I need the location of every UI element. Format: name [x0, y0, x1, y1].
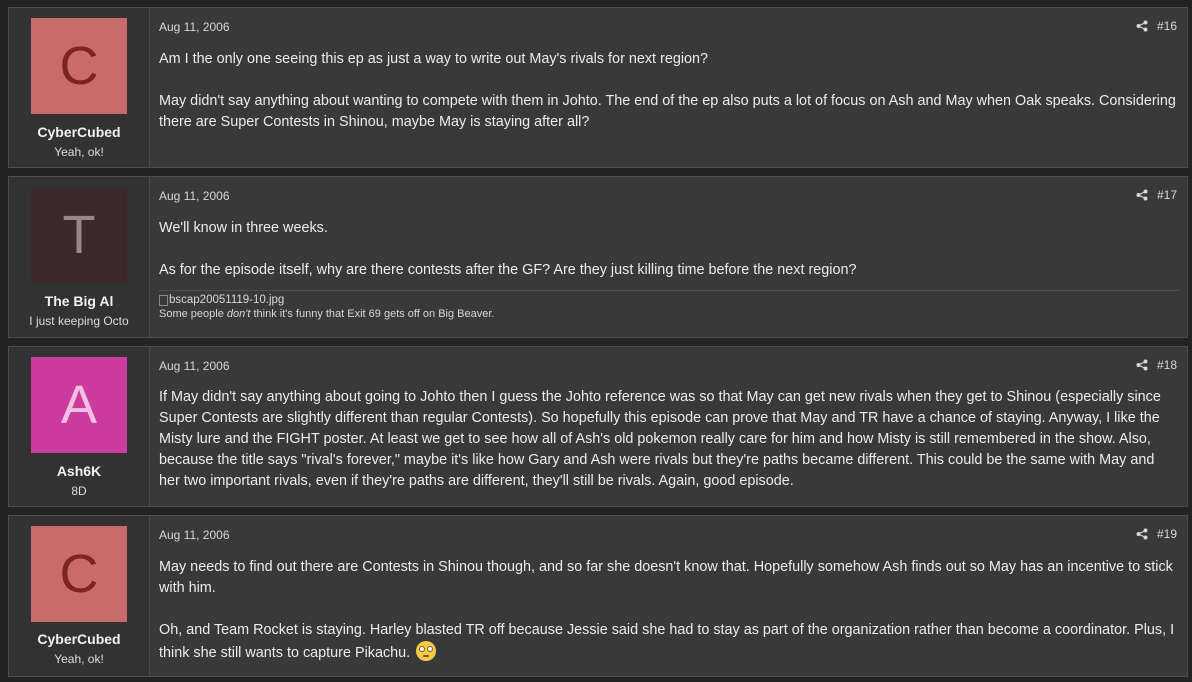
- share-icon[interactable]: [1136, 189, 1148, 201]
- post-date[interactable]: Aug 11, 2006: [159, 528, 230, 542]
- user-title: I just keeping Octo: [29, 314, 129, 328]
- post-date[interactable]: Aug 11, 2006: [159, 20, 230, 34]
- post-18: A Ash6K 8D Aug 11, 2006 #18 If May didn'…: [8, 346, 1188, 507]
- post-paragraph: We'll know in three weeks.: [159, 220, 328, 236]
- post-date[interactable]: Aug 11, 2006: [159, 189, 230, 203]
- post-body: We'll know in three weeks. As for the ep…: [159, 218, 1179, 281]
- post-meta: #18: [1136, 358, 1177, 372]
- signature-text: Some people don't think it's funny that …: [159, 308, 1179, 320]
- user-panel: C CyberCubed Yeah, ok!: [9, 8, 150, 167]
- avatar[interactable]: C: [31, 18, 127, 114]
- user-title: Yeah, ok!: [54, 652, 104, 666]
- username[interactable]: Ash6K: [9, 463, 149, 479]
- post-paragraph: May didn't say anything about wanting to…: [159, 93, 1176, 130]
- signature-image: bscap20051119-10.jpg: [159, 294, 1179, 306]
- share-icon[interactable]: [1136, 20, 1148, 32]
- avatar[interactable]: C: [31, 526, 127, 622]
- post-19: C CyberCubed Yeah, ok! Aug 11, 2006 #19 …: [8, 515, 1188, 677]
- username[interactable]: CyberCubed: [9, 124, 149, 140]
- post-date[interactable]: Aug 11, 2006: [159, 359, 230, 373]
- post-paragraph: May needs to find out there are Contests…: [159, 559, 1173, 596]
- avatar[interactable]: A: [31, 357, 127, 453]
- post-16: C CyberCubed Yeah, ok! Aug 11, 2006 #16 …: [8, 7, 1188, 168]
- signature-text-emphasis: don't: [226, 308, 251, 320]
- post-body: Am I the only one seeing this ep as just…: [159, 49, 1179, 133]
- signature: bscap20051119-10.jpg Some people don't t…: [159, 290, 1179, 320]
- post-paragraph-text: Oh, and Team Rocket is staying. Harley b…: [159, 622, 1175, 661]
- user-title: 8D: [71, 484, 87, 498]
- post-meta: #19: [1136, 527, 1177, 541]
- post-paragraph: As for the episode itself, why are there…: [159, 262, 857, 278]
- user-panel: A Ash6K 8D: [9, 347, 150, 506]
- share-icon[interactable]: [1136, 359, 1148, 371]
- post-paragraph: Oh, and Team Rocket is staying. Harley b…: [159, 620, 1179, 664]
- user-title: Yeah, ok!: [54, 145, 104, 159]
- post-number[interactable]: #16: [1157, 19, 1177, 33]
- post-meta: #16: [1136, 19, 1177, 33]
- username[interactable]: CyberCubed: [9, 631, 149, 647]
- rolling-eyes-emoji-icon: [416, 641, 437, 661]
- post-17: T The Big Al I just keeping Octo Aug 11,…: [8, 176, 1188, 338]
- post-body: If May didn't say anything about going t…: [159, 387, 1179, 492]
- signature-image-alt: bscap20051119-10.jpg: [169, 294, 285, 306]
- post-paragraph: Am I the only one seeing this ep as just…: [159, 51, 709, 67]
- post-body: May needs to find out there are Contests…: [159, 557, 1179, 664]
- post-number[interactable]: #17: [1157, 188, 1177, 202]
- post-number[interactable]: #19: [1157, 527, 1177, 541]
- username[interactable]: The Big Al: [9, 293, 149, 309]
- broken-image-icon: [159, 294, 168, 306]
- user-panel: C CyberCubed Yeah, ok!: [9, 516, 150, 676]
- post-number[interactable]: #18: [1157, 358, 1177, 372]
- post-paragraph: If May didn't say anything about going t…: [159, 389, 1161, 489]
- avatar[interactable]: T: [31, 187, 127, 283]
- user-panel: T The Big Al I just keeping Octo: [9, 177, 150, 337]
- signature-text-part: think it's funny that Exit 69 gets off o…: [250, 308, 495, 320]
- share-icon[interactable]: [1136, 528, 1148, 540]
- signature-text-part: Some people: [159, 308, 227, 320]
- post-meta: #17: [1136, 188, 1177, 202]
